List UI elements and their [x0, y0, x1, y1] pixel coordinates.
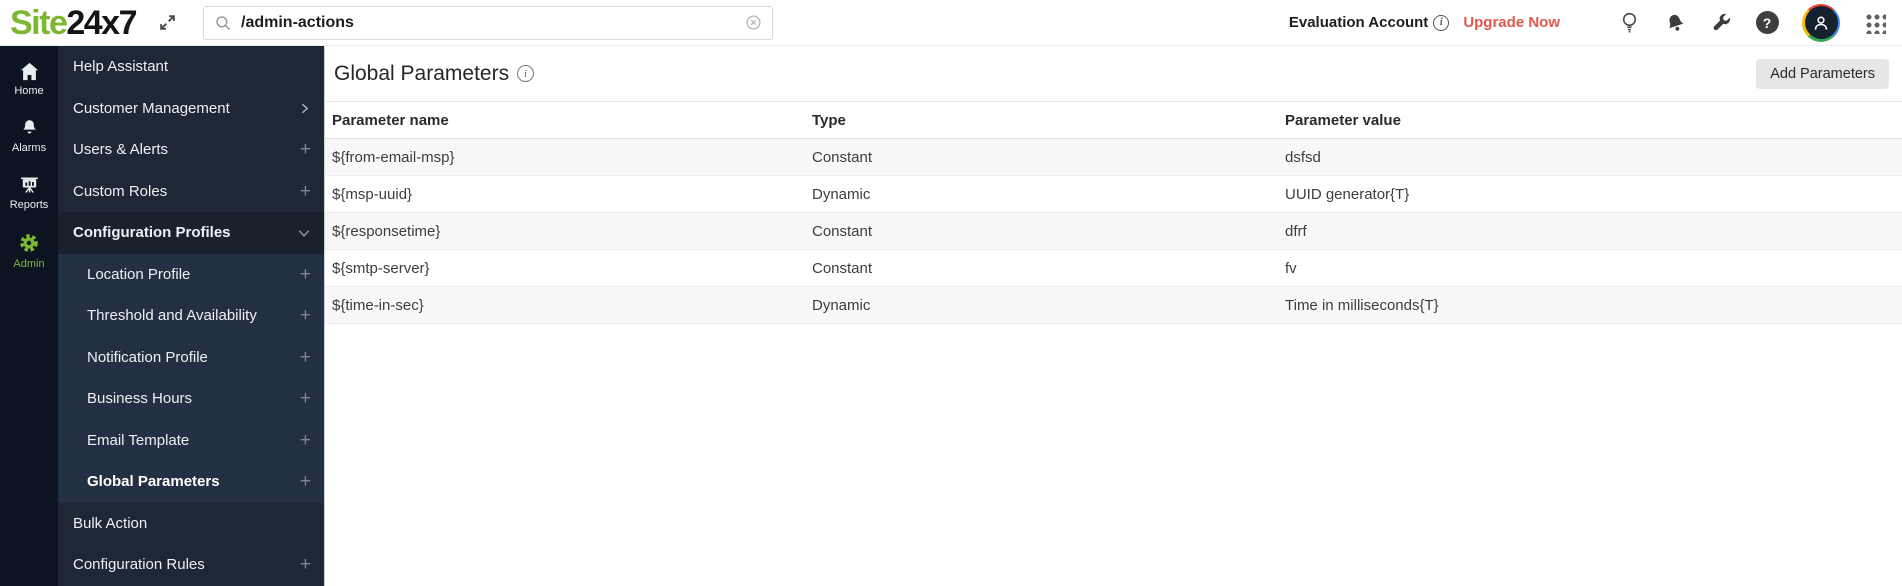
sidebar-item-configuration-rules[interactable]: Configuration Rules +	[58, 544, 324, 586]
help-icon[interactable]: ?	[1754, 11, 1780, 34]
plus-icon[interactable]: +	[300, 472, 311, 491]
plus-icon[interactable]: +	[300, 431, 311, 450]
search-icon	[214, 14, 232, 32]
evaluation-account-label: Evaluation Account	[1288, 14, 1429, 31]
info-icon[interactable]: i	[517, 65, 535, 82]
plus-icon[interactable]: +	[300, 555, 311, 574]
table-row[interactable]: ${msp-uuid} Dynamic UUID generator{T}	[325, 176, 1902, 213]
rail-item-alarms[interactable]: Alarms	[0, 118, 58, 154]
param-name-cell: ${msp-uuid}	[332, 185, 413, 203]
column-header-type: Type	[812, 111, 846, 129]
nav-rail: Home Alarms Reports Admin	[0, 46, 58, 586]
sidebar-item-users-alerts[interactable]: Users & Alerts +	[58, 129, 324, 171]
reports-presentation-icon	[19, 175, 40, 195]
sidebar-item-help-assistant[interactable]: Help Assistant	[58, 46, 324, 88]
sidebar-item-location-profile[interactable]: Location Profile +	[58, 253, 324, 295]
sidebar-item-global-parameters[interactable]: Global Parameters +	[58, 461, 324, 503]
sidebar-item-configuration-profiles[interactable]: Configuration Profiles	[58, 212, 324, 254]
column-header-parameter-value: Parameter value	[1285, 111, 1401, 129]
fullscreen-expand-icon[interactable]	[158, 13, 177, 32]
add-parameters-button[interactable]: Add Parameters	[1756, 58, 1889, 89]
param-name-cell: ${time-in-sec}	[332, 296, 424, 314]
clear-search-icon[interactable]	[745, 14, 762, 31]
param-value-cell: UUID generator{T}	[1285, 185, 1410, 203]
top-bar: Site24x7 Evaluation Account i Upgrade No…	[0, 0, 1902, 46]
param-name-cell: ${smtp-server}	[332, 259, 430, 277]
sidebar-item-notification-profile[interactable]: Notification Profile +	[58, 336, 324, 378]
account-info-icon[interactable]: i	[1433, 14, 1450, 31]
sidebar-item-bulk-action[interactable]: Bulk Action	[58, 503, 324, 545]
topbar-right-cluster: Evaluation Account i Upgrade Now ?	[1288, 3, 1902, 42]
avatar-person-icon	[1804, 6, 1838, 39]
param-value-cell: dfrf	[1285, 222, 1307, 240]
param-value-cell: dsfsd	[1285, 148, 1321, 166]
param-value-cell: fv	[1285, 259, 1297, 277]
rail-label-reports: Reports	[9, 199, 49, 211]
param-type-cell: Constant	[812, 259, 873, 277]
sidebar-item-threshold-availability[interactable]: Threshold and Availability +	[58, 295, 324, 337]
param-name-cell: ${responsetime}	[332, 222, 441, 240]
sidebar-item-customer-management[interactable]: Customer Management	[58, 88, 324, 130]
column-header-parameter-name: Parameter name	[332, 111, 449, 129]
rail-label-home: Home	[14, 85, 44, 97]
rail-item-home[interactable]: Home	[0, 62, 58, 97]
rail-item-reports[interactable]: Reports	[0, 175, 58, 211]
plus-icon[interactable]: +	[300, 389, 311, 408]
sidebar-item-custom-roles[interactable]: Custom Roles +	[58, 171, 324, 213]
sidebar-item-business-hours[interactable]: Business Hours +	[58, 378, 324, 420]
app-body: Home Alarms Reports Admin Help Assistant…	[0, 46, 1902, 586]
apps-grid-icon[interactable]	[1864, 11, 1886, 34]
plus-icon[interactable]: +	[300, 265, 311, 284]
main-content: Global Parameters i Add Parameters Param…	[324, 46, 1902, 586]
topbar-icon-group: ?	[1596, 3, 1886, 42]
admin-sidebar-menu: Help Assistant Customer Management Users…	[58, 46, 324, 586]
table-row[interactable]: ${responsetime} Constant dfrf	[325, 213, 1902, 250]
logo-text-24x7: 24x7	[66, 3, 137, 42]
rail-label-admin: Admin	[13, 258, 45, 270]
plus-icon[interactable]: +	[300, 140, 311, 159]
param-name-cell: ${from-email-msp}	[332, 148, 455, 166]
param-type-cell: Constant	[812, 148, 873, 166]
param-value-cell: Time in milliseconds{T}	[1285, 296, 1439, 314]
logo-text-site: Site	[10, 3, 68, 42]
notification-bell-icon[interactable]	[1662, 12, 1688, 34]
plus-icon[interactable]: +	[300, 182, 311, 201]
plus-icon[interactable]: +	[300, 306, 311, 325]
alarms-bell-icon	[20, 118, 39, 138]
param-type-cell: Constant	[812, 222, 873, 240]
admin-gear-icon	[18, 232, 40, 254]
lightbulb-icon[interactable]	[1616, 11, 1642, 34]
chevron-down-icon	[297, 226, 311, 240]
page-title: Global Parameters	[334, 61, 510, 85]
upgrade-now-link[interactable]: Upgrade Now	[1463, 14, 1560, 31]
wrench-icon[interactable]	[1708, 12, 1734, 34]
table-row[interactable]: ${from-email-msp} Constant dsfsd	[325, 139, 1902, 176]
table-header-row: Parameter name Type Parameter value	[325, 102, 1902, 139]
chevron-right-icon	[298, 102, 311, 115]
help-question-glyph: ?	[1755, 11, 1779, 34]
rail-item-admin[interactable]: Admin	[0, 232, 58, 270]
global-search-bar[interactable]	[203, 5, 773, 40]
param-type-cell: Dynamic	[812, 296, 871, 314]
plus-icon[interactable]: +	[300, 348, 311, 367]
rail-label-alarms: Alarms	[11, 142, 47, 154]
site24x7-logo: Site24x7	[10, 0, 137, 46]
table-row[interactable]: ${time-in-sec} Dynamic Time in milliseco…	[325, 287, 1902, 324]
search-input[interactable]	[241, 13, 745, 32]
home-icon	[19, 62, 40, 81]
table-row[interactable]: ${smtp-server} Constant fv	[325, 250, 1902, 287]
param-type-cell: Dynamic	[812, 185, 871, 203]
sidebar-item-email-template[interactable]: Email Template +	[58, 419, 324, 461]
avatar[interactable]	[1802, 3, 1840, 42]
page-header: Global Parameters i Add Parameters	[325, 46, 1902, 102]
table-body: ${from-email-msp} Constant dsfsd ${msp-u…	[325, 139, 1902, 324]
